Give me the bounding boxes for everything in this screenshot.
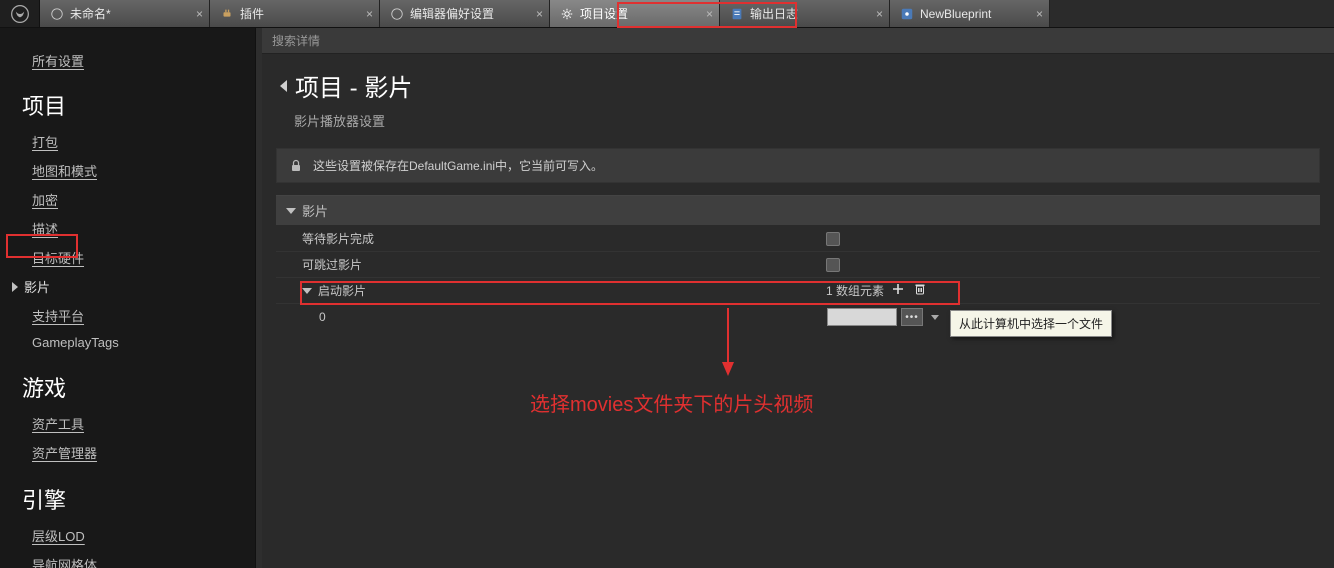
checkbox-wait[interactable] <box>826 232 840 246</box>
tab-label: 插件 <box>240 5 264 22</box>
close-icon[interactable]: × <box>706 7 713 21</box>
ue-icon <box>50 7 64 21</box>
sidebar-item-label: 影片 <box>24 277 50 296</box>
sidebar-item-packaging[interactable]: 打包 <box>0 127 255 156</box>
browse-file-button[interactable]: ••• <box>901 308 923 326</box>
close-icon[interactable]: × <box>196 7 203 21</box>
prop-startup-movies: 启动影片 1 数组元素 <box>276 278 1320 304</box>
tab-unnamed[interactable]: 未命名* × <box>40 0 210 27</box>
sidebar-item-asset-tools[interactable]: 资产工具 <box>0 409 255 438</box>
section-subtitle: 影片播放器设置 <box>262 107 1334 142</box>
file-picker-tooltip: 从此计算机中选择一个文件 <box>950 310 1112 337</box>
gear-icon <box>560 7 574 21</box>
tab-output-log[interactable]: 输出日志 × <box>720 0 890 27</box>
movie-path-input[interactable] <box>827 308 897 326</box>
sidebar-item-crypto[interactable]: 加密 <box>0 185 255 214</box>
category-label: 影片 <box>302 201 328 220</box>
sidebar-item-hlod[interactable]: 层级LOD <box>0 521 255 550</box>
dropdown-icon[interactable] <box>931 315 939 320</box>
search-placeholder: 搜索详情 <box>272 32 320 49</box>
tab-plugins[interactable]: 插件 × <box>210 0 380 27</box>
tab-label: 输出日志 <box>750 5 798 22</box>
triangle-down-icon[interactable] <box>302 288 312 294</box>
triangle-right-icon <box>12 282 18 292</box>
unreal-logo <box>0 0 40 27</box>
config-notice: 这些设置被保存在DefaultGame.ini中，它当前可写入。 <box>276 148 1320 183</box>
sidebar-item-gameplaytags[interactable]: GameplayTags <box>0 330 255 355</box>
tab-bar: 未命名* × 插件 × 编辑器偏好设置 × 项目设置 × 输出日志 × NewB… <box>0 0 1334 28</box>
array-index: 0 <box>277 310 827 324</box>
sidebar-group-game: 游戏 <box>0 365 255 409</box>
prop-label-text: 启动影片 <box>318 282 366 299</box>
sidebar-all-settings[interactable]: 所有设置 <box>0 46 255 75</box>
tab-editor-prefs[interactable]: 编辑器偏好设置 × <box>380 0 550 27</box>
category-header[interactable]: 影片 <box>276 196 1320 226</box>
close-icon[interactable]: × <box>876 7 883 21</box>
sidebar-item-navmesh[interactable]: 导航网格体 <box>0 550 255 568</box>
doc-icon <box>730 7 744 21</box>
blueprint-icon <box>900 7 914 21</box>
sidebar-item-target-hw[interactable]: 目标硬件 <box>0 243 255 272</box>
close-icon[interactable]: × <box>536 7 543 21</box>
sidebar-item-supported-platforms[interactable]: 支持平台 <box>0 301 255 330</box>
close-icon[interactable]: × <box>366 7 373 21</box>
triangle-left-icon <box>280 80 287 92</box>
settings-sidebar: 所有设置 项目 打包 地图和模式 加密 描述 目标硬件 影片 支持平台 Game… <box>0 28 256 568</box>
array-item-0: 0 ••• <box>276 304 1320 330</box>
tab-label: 项目设置 <box>580 5 628 22</box>
clear-array-button[interactable] <box>914 283 926 298</box>
tab-label: 未命名* <box>70 5 111 22</box>
sidebar-item-maps-modes[interactable]: 地图和模式 <box>0 156 255 185</box>
add-element-button[interactable] <box>892 283 904 298</box>
prop-skippable: 可跳过影片 <box>276 252 1320 278</box>
section-header: 项目 - 影片 <box>262 54 1334 107</box>
prop-wait-for-movies: 等待影片完成 <box>276 226 1320 252</box>
sidebar-item-movies[interactable]: 影片 <box>0 272 255 301</box>
section-title: 项目 - 影片 <box>295 68 412 103</box>
search-input[interactable]: 搜索详情 <box>262 28 1334 54</box>
sidebar-item-asset-manager[interactable]: 资产管理器 <box>0 438 255 467</box>
sidebar-group-project: 项目 <box>0 83 255 127</box>
notice-text: 这些设置被保存在DefaultGame.ini中，它当前可写入。 <box>313 157 603 174</box>
tab-label: NewBlueprint <box>920 7 991 21</box>
tab-project-settings[interactable]: 项目设置 × <box>550 0 720 27</box>
ue-icon <box>390 7 404 21</box>
sidebar-group-engine: 引擎 <box>0 477 255 521</box>
properties-panel: 影片 等待影片完成 可跳过影片 启动影片 1 数组元素 <box>276 195 1320 330</box>
prop-label: 等待影片完成 <box>276 230 826 247</box>
array-count: 1 数组元素 <box>826 282 884 299</box>
plug-icon <box>220 7 234 21</box>
tab-blueprint[interactable]: NewBlueprint × <box>890 0 1050 27</box>
tab-label: 编辑器偏好设置 <box>410 5 494 22</box>
sidebar-item-description[interactable]: 描述 <box>0 214 255 243</box>
triangle-down-icon <box>286 208 296 214</box>
main-area: 所有设置 项目 打包 地图和模式 加密 描述 目标硬件 影片 支持平台 Game… <box>0 28 1334 568</box>
prop-label: 可跳过影片 <box>276 256 826 273</box>
close-icon[interactable]: × <box>1036 7 1043 21</box>
checkbox-skippable[interactable] <box>826 258 840 272</box>
content-panel: 搜索详情 项目 - 影片 影片播放器设置 这些设置被保存在DefaultGame… <box>262 28 1334 568</box>
lock-icon <box>289 159 303 173</box>
